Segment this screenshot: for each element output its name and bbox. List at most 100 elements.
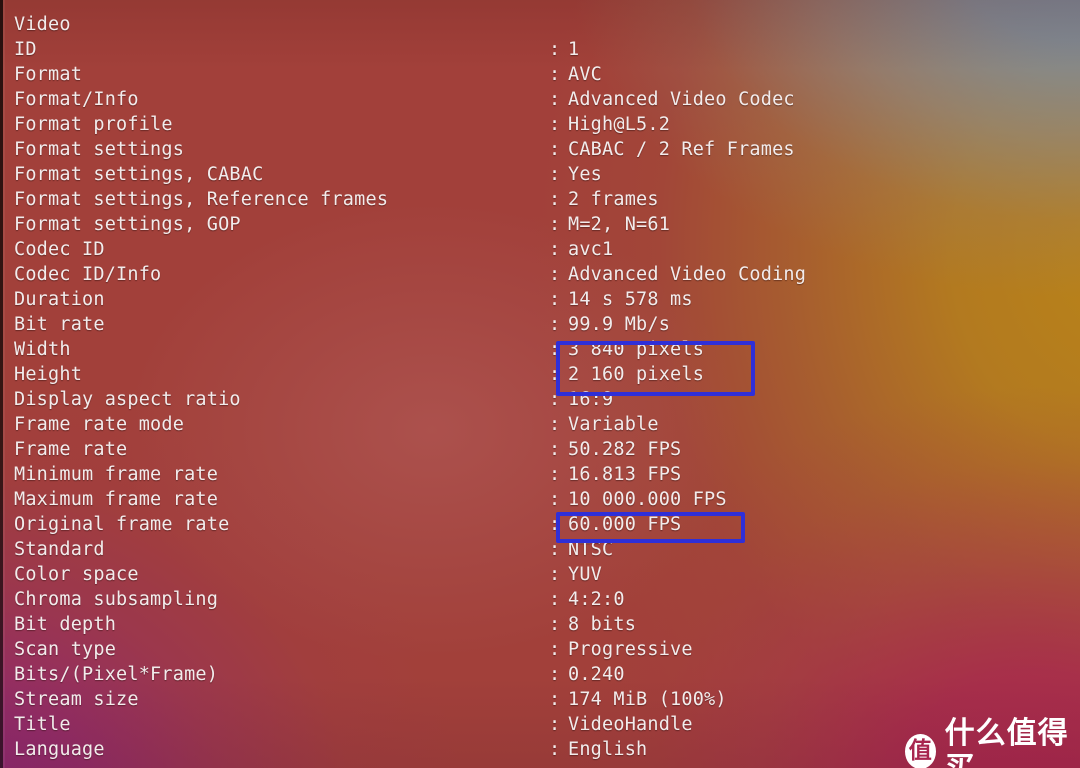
property-row: Bit rate:99.9 Mb/s xyxy=(0,312,1080,337)
property-value: 174 MiB (100%) xyxy=(568,689,727,710)
property-label: Format settings, Reference frames xyxy=(14,189,389,210)
property-row: Format settings, CABAC: Yes xyxy=(0,162,1080,187)
property-row: Frame rate:50.282 FPS xyxy=(0,437,1080,462)
property-label: Bits/(Pixel*Frame) xyxy=(14,664,219,685)
property-value: English xyxy=(568,739,648,760)
property-label: Codec ID xyxy=(14,239,105,260)
property-value: High@L5.2 xyxy=(568,114,671,135)
property-row: Bit depth:8 bits xyxy=(0,612,1080,637)
property-separator: : xyxy=(549,414,561,435)
property-row: Minimum frame rate:16.813 FPS xyxy=(0,462,1080,487)
property-row: Bits/(Pixel*Frame):0.240 xyxy=(0,662,1080,687)
property-separator: : xyxy=(549,139,561,160)
property-row: Stream size:174 MiB (100%) xyxy=(0,687,1080,712)
property-value: avc1 xyxy=(568,239,614,260)
property-separator: : xyxy=(549,639,561,660)
property-value: AVC xyxy=(568,64,603,85)
property-label: Frame rate mode xyxy=(14,414,185,435)
property-label: Format settings xyxy=(14,139,185,160)
property-label: Format xyxy=(14,64,83,85)
property-label: Video xyxy=(14,14,71,35)
property-label: Bit depth xyxy=(14,614,117,635)
property-label: Duration xyxy=(14,289,105,310)
property-separator: : xyxy=(549,114,561,135)
property-label: Codec ID/Info xyxy=(14,264,162,285)
property-value: 8 bits xyxy=(568,614,637,635)
property-label: Format settings, GOP xyxy=(14,214,241,235)
property-label: Original frame rate xyxy=(14,514,230,535)
property-label: Width xyxy=(14,339,71,360)
property-row: Frame rate mode: Variable xyxy=(0,412,1080,437)
property-separator: : xyxy=(549,39,561,60)
property-label: Chroma subsampling xyxy=(14,589,219,610)
property-label: Minimum frame rate xyxy=(14,464,219,485)
property-value: M=2, N=61 xyxy=(568,214,671,235)
property-label: Format profile xyxy=(14,114,173,135)
watermark-badge-icon: 值 xyxy=(905,733,936,768)
property-row: Codec ID: avc1 xyxy=(0,237,1080,262)
property-value: Progressive xyxy=(568,639,693,660)
property-row: Height:2 160 pixels xyxy=(0,362,1080,387)
property-separator: : xyxy=(549,264,561,285)
property-row: Format settings, GOP: M=2, N=61 xyxy=(0,212,1080,237)
property-row: Width:3 840 pixels xyxy=(0,337,1080,362)
property-value: YUV xyxy=(568,564,603,585)
property-row: Format settings: CABAC / 2 Ref Frames xyxy=(0,137,1080,162)
property-row: Scan type: Progressive xyxy=(0,637,1080,662)
property-value: 2 frames xyxy=(568,189,659,210)
property-separator: : xyxy=(549,64,561,85)
resolution-highlight xyxy=(556,341,755,396)
property-value: 16.813 FPS xyxy=(568,464,682,485)
property-label: Maximum frame rate xyxy=(14,489,219,510)
property-label: Format/Info xyxy=(14,89,139,110)
property-label: Stream size xyxy=(14,689,139,710)
property-separator: : xyxy=(549,689,561,710)
property-value: Yes xyxy=(568,164,603,185)
property-separator: : xyxy=(549,214,561,235)
property-label: Frame rate xyxy=(14,439,128,460)
property-row: Codec ID/Info: Advanced Video Coding xyxy=(0,262,1080,287)
property-row: Color space: YUV xyxy=(0,562,1080,587)
property-label: Format settings, CABAC xyxy=(14,164,264,185)
property-separator: : xyxy=(549,464,561,485)
property-separator: : xyxy=(549,589,561,610)
property-row: Format/Info: Advanced Video Codec xyxy=(0,87,1080,112)
framerate-highlight xyxy=(556,512,745,543)
watermark-text: 什么值得买 xyxy=(944,716,1069,768)
property-separator: : xyxy=(549,89,561,110)
property-separator: : xyxy=(549,439,561,460)
property-label: Scan type xyxy=(14,639,117,660)
property-separator: : xyxy=(549,739,561,760)
property-separator: : xyxy=(549,714,561,735)
property-label: Color space xyxy=(14,564,139,585)
property-value: 14 s 578 ms xyxy=(568,289,693,310)
property-value: 10 000.000 FPS xyxy=(568,489,727,510)
property-value: VideoHandle xyxy=(568,714,693,735)
property-separator: : xyxy=(549,289,561,310)
property-row: Format profile: High@L5.2 xyxy=(0,112,1080,137)
property-separator: : xyxy=(549,189,561,210)
property-label: Standard xyxy=(14,539,105,560)
property-value: 4:2:0 xyxy=(568,589,625,610)
video-property-list: Video ID:1 Format: AVC Format/Info: Advanced … xyxy=(0,0,1080,768)
property-separator: : xyxy=(549,664,561,685)
mediainfo-video-panel: Video ID:1 Format: AVC Format/Info: Advanced … xyxy=(0,0,1080,768)
property-separator: : xyxy=(549,489,561,510)
property-separator: : xyxy=(549,614,561,635)
property-row: ID:1 xyxy=(0,37,1080,62)
property-row: Duration:14 s 578 ms xyxy=(0,287,1080,312)
property-label: Display aspect ratio xyxy=(14,389,241,410)
property-value: Advanced Video Codec xyxy=(568,89,795,110)
property-row: Display aspect ratio:16:9 xyxy=(0,387,1080,412)
property-value: CABAC / 2 Ref Frames xyxy=(568,139,795,160)
property-value: 0.240 xyxy=(568,664,625,685)
property-separator: : xyxy=(549,164,561,185)
property-row: Original frame rate:60.000 FPS xyxy=(0,512,1080,537)
property-label: Height xyxy=(14,364,83,385)
property-value: Advanced Video Coding xyxy=(568,264,807,285)
property-row: Format: AVC xyxy=(0,62,1080,87)
property-value: Variable xyxy=(568,414,659,435)
property-label: ID xyxy=(14,39,37,60)
property-value: 50.282 FPS xyxy=(568,439,682,460)
property-row: Video xyxy=(0,12,1080,37)
